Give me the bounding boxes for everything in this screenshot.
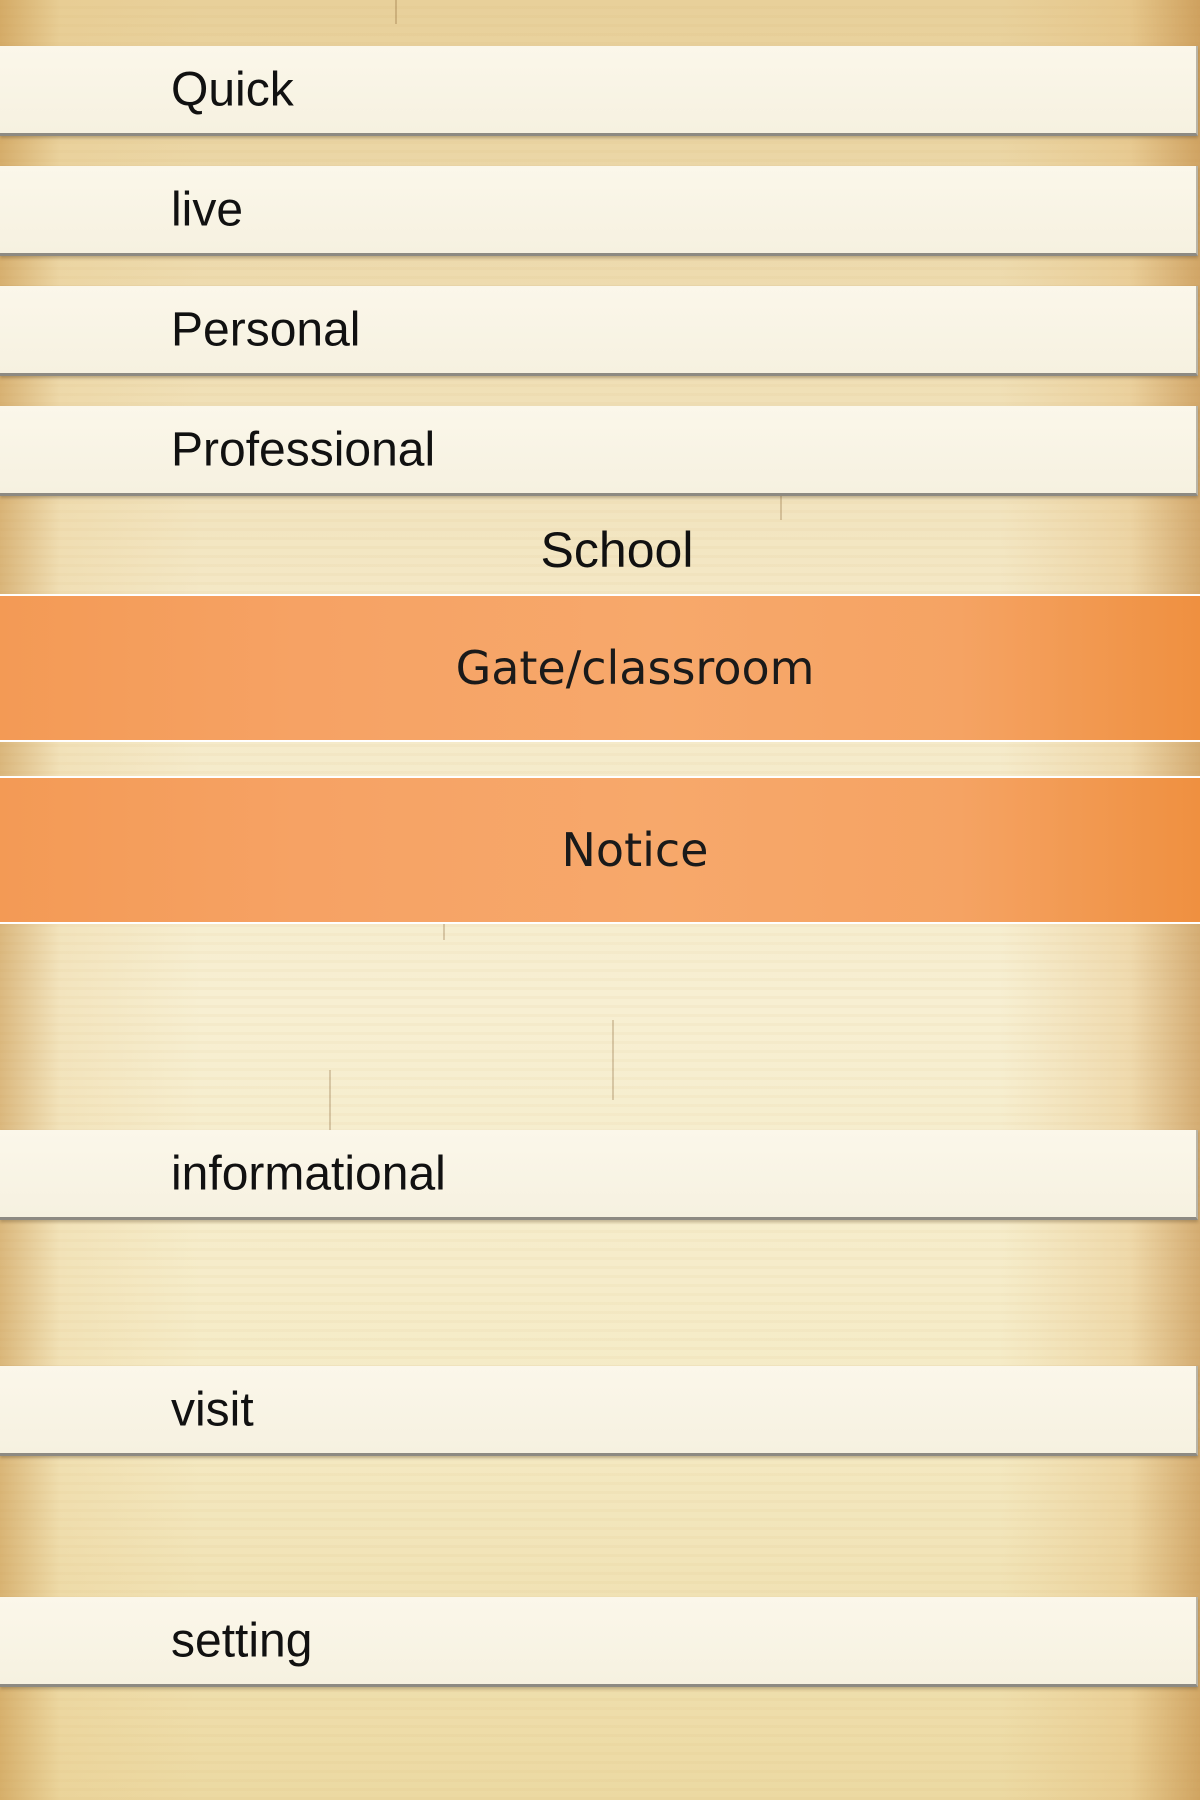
submenu-item-notice[interactable]: Notice [0,778,1200,922]
divider [0,922,1200,924]
menu-item-label: live [171,183,244,236]
menu-item-label: setting [171,1614,313,1667]
menu-item-setting[interactable]: setting [0,1597,1198,1687]
menu-item-live[interactable]: live [0,166,1198,256]
paper-scratch [612,1020,614,1100]
menu-item-informational[interactable]: informational [0,1130,1198,1220]
menu-item-label: Professional [171,423,436,476]
school-section-header: School [0,506,1200,594]
menu-item-label: visit [171,1383,254,1436]
submenu-item-label: Notice [561,823,709,877]
menu-item-label: Quick [171,63,294,116]
menu-item-professional[interactable]: Professional [0,406,1198,496]
submenu-item-label: Gate/classroom [455,641,815,695]
paper-scratch [395,0,397,24]
menu-item-label: Personal [171,303,361,356]
menu-item-quick[interactable]: Quick [0,46,1198,136]
divider [0,740,1200,742]
submenu-item-gate-classroom[interactable]: Gate/classroom [0,596,1200,740]
menu-item-label: informational [171,1147,446,1200]
menu-item-visit[interactable]: visit [0,1366,1198,1456]
menu-item-personal[interactable]: Personal [0,286,1198,376]
section-header-label: School [540,522,694,578]
paper-scratch [329,1070,331,1130]
